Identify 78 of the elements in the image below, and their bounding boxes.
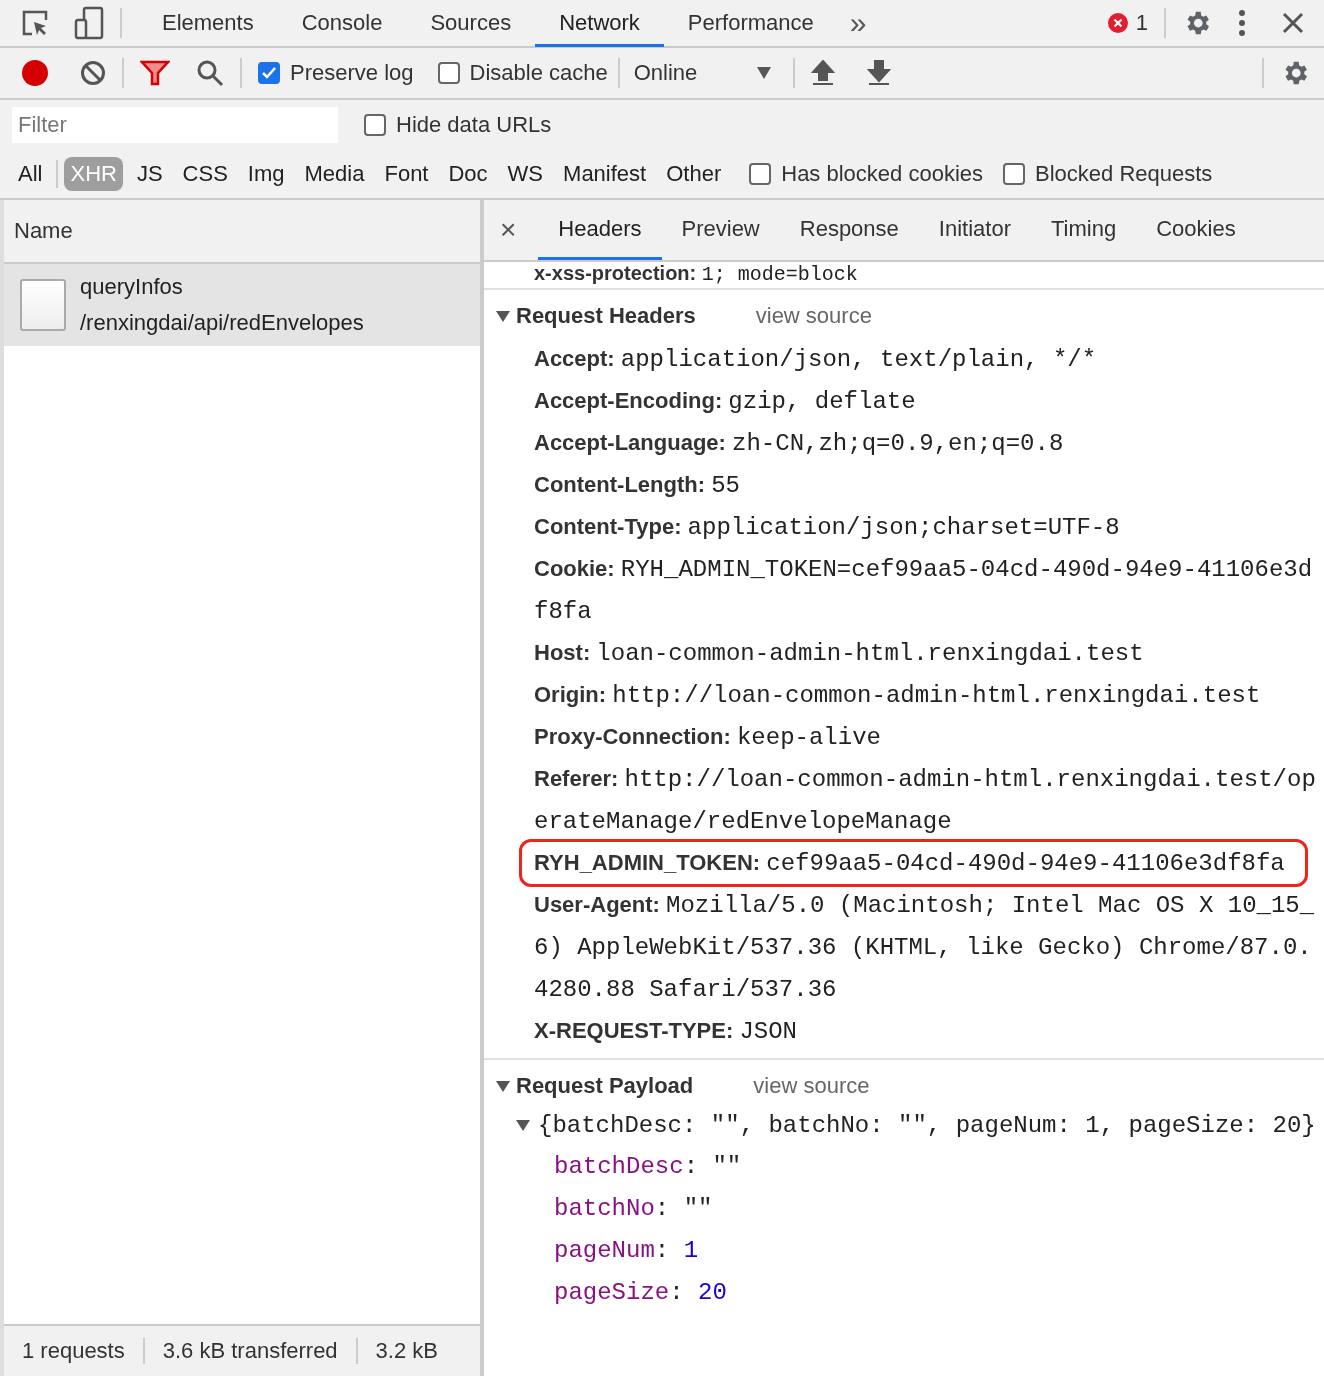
type-filter[interactable]: Media bbox=[298, 157, 371, 191]
header-line: Accept-Language: zh-CN,zh;q=0.9,en;q=0.8 bbox=[533, 429, 1065, 459]
header-line: Host: loan-common-admin-html.renxingdai.test bbox=[533, 639, 1145, 669]
checkbox[interactable]: Has blocked cookies bbox=[749, 161, 984, 187]
header-line: User-Agent: Mozilla/5.0 (Macintosh; Intel Mac OS X 10_15_6) AppleWebKit/537.36 (KHTML, like Gecko) Chrome/87.0.4280.88 Safari/537.36 bbox=[533, 891, 1316, 1005]
section-title[interactable]: Request Payload bbox=[516, 1073, 694, 1099]
checkbox[interactable]: Hide data URLs bbox=[364, 112, 552, 138]
detail-tab[interactable]: Cookies bbox=[1136, 200, 1256, 260]
checkbox-square-icon[interactable] bbox=[364, 114, 386, 136]
close-button[interactable]: × bbox=[500, 200, 539, 260]
status-text: 3.6 kB transferred bbox=[142, 1338, 356, 1364]
clear-icon[interactable] bbox=[80, 60, 106, 86]
status-text: 1 requests bbox=[21, 1338, 126, 1364]
header-line: Accept-Encoding: gzip, deflate bbox=[533, 387, 917, 417]
section-title[interactable]: Request Headers bbox=[516, 303, 696, 329]
request-path: /renxingdai/api/redEnvelopes bbox=[80, 309, 364, 337]
type-filter[interactable]: Img bbox=[241, 157, 291, 191]
throttling-dropdown[interactable]: Online bbox=[629, 60, 778, 86]
detail-tab[interactable]: Response bbox=[779, 200, 919, 260]
type-filter[interactable]: Other bbox=[660, 157, 728, 191]
caret-icon[interactable] bbox=[757, 67, 772, 79]
checkbox[interactable]: Preserve log bbox=[258, 60, 414, 86]
filter-field[interactable]: Filter bbox=[12, 107, 338, 143]
detail-tab[interactable]: Initiator bbox=[918, 200, 1031, 260]
expand-triangle-icon[interactable] bbox=[516, 1119, 530, 1131]
more-tabs-button[interactable]: » bbox=[837, 6, 879, 40]
checkbox[interactable]: Disable cache bbox=[437, 60, 608, 86]
checkbox-square-icon[interactable] bbox=[437, 62, 460, 84]
type-filter[interactable]: JS bbox=[130, 157, 169, 191]
error-count[interactable]: 1 bbox=[1107, 10, 1148, 36]
view-source-link[interactable]: view source bbox=[753, 1073, 870, 1099]
payload-property: pageNum: 1 bbox=[553, 1236, 700, 1266]
header-line: Content-Length: 55 bbox=[533, 471, 741, 501]
panel-tab[interactable]: Performance bbox=[663, 1, 838, 47]
panel-tab[interactable]: Sources bbox=[406, 1, 536, 47]
download-icon[interactable] bbox=[867, 60, 892, 86]
checkbox-square-icon[interactable] bbox=[258, 62, 280, 84]
column-header[interactable]: Name bbox=[4, 200, 480, 264]
header-line: RYH_ADMIN_TOKEN: cef99aa5-04cd-490d-94e9-41106e3df8fa bbox=[522, 842, 1305, 884]
type-filter[interactable]: Doc bbox=[442, 157, 494, 191]
detail-tab[interactable]: Headers bbox=[538, 200, 662, 260]
file-icon bbox=[20, 279, 66, 331]
checkbox[interactable]: Blocked Requests bbox=[1003, 161, 1213, 187]
expand-triangle-icon[interactable] bbox=[496, 1080, 510, 1092]
header-line: X-REQUEST-TYPE: JSON bbox=[533, 1017, 798, 1047]
detail-tab[interactable]: Timing bbox=[1031, 200, 1137, 260]
status-text: 3.2 kB bbox=[355, 1338, 456, 1364]
view-source-link[interactable]: view source bbox=[755, 303, 872, 329]
request-name: queryInfos bbox=[80, 273, 184, 301]
upload-icon[interactable] bbox=[811, 60, 836, 86]
panel-tab[interactable]: Elements bbox=[138, 1, 278, 47]
checkbox-square-icon[interactable] bbox=[749, 163, 772, 185]
header-line: Accept: application/json, text/plain, */* bbox=[533, 345, 1098, 375]
header-line: x-xss-protection: 1; mode=block bbox=[534, 262, 858, 288]
type-filter[interactable]: Manifest bbox=[557, 157, 653, 191]
type-filter[interactable]: Font bbox=[378, 157, 435, 191]
header-line: Proxy-Connection: keep-alive bbox=[533, 723, 882, 753]
expand-triangle-icon[interactable] bbox=[496, 310, 510, 322]
payload-property: batchNo: "" bbox=[553, 1194, 714, 1224]
inspect-icon[interactable] bbox=[20, 8, 50, 38]
header-line: Origin: http://loan-common-admin-html.renxingdai.test bbox=[533, 681, 1262, 711]
record-icon[interactable] bbox=[20, 58, 50, 88]
type-filter[interactable]: CSS bbox=[176, 157, 234, 191]
payload-property: batchDesc: "" bbox=[553, 1152, 743, 1182]
header-line: Content-Type: application/json;charset=UTF-8 bbox=[533, 513, 1121, 543]
more-options-icon[interactable] bbox=[1238, 9, 1246, 37]
type-filter[interactable]: WS bbox=[501, 157, 550, 191]
panel-tab[interactable]: Console bbox=[277, 1, 407, 47]
search-icon[interactable] bbox=[196, 59, 224, 87]
request-row[interactable]: queryInfos /renxingdai/api/redEnvelopes bbox=[4, 264, 480, 346]
checkbox-square-icon[interactable] bbox=[1003, 163, 1026, 185]
close-icon[interactable] bbox=[1282, 12, 1304, 34]
device-icon[interactable] bbox=[74, 6, 104, 40]
filter-icon[interactable] bbox=[140, 60, 170, 86]
payload-property: pageSize: 20 bbox=[553, 1278, 728, 1308]
detail-tab[interactable]: Preview bbox=[661, 200, 780, 260]
type-filter[interactable]: All bbox=[12, 157, 49, 191]
payload-summary: {batchDesc: "", batchNo: "", pageNum: 1, pageSize: 20} bbox=[538, 1111, 1316, 1139]
